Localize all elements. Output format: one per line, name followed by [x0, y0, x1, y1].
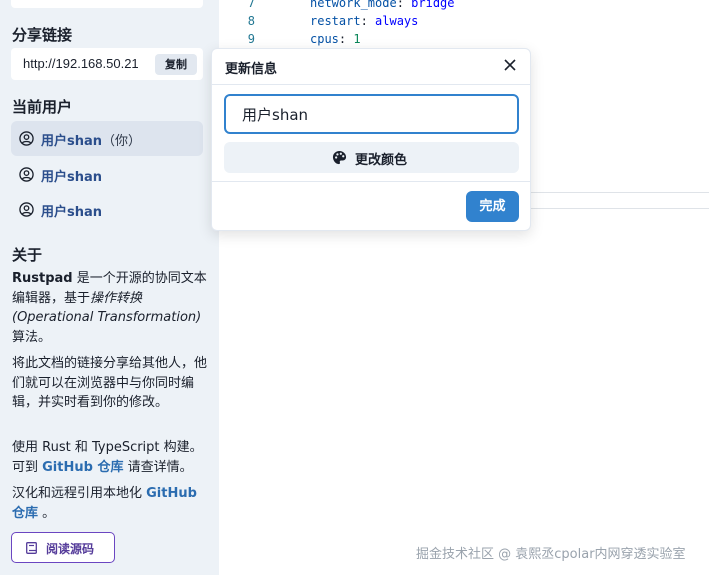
user-name: 用户shan — [41, 170, 103, 185]
palette-icon — [332, 150, 347, 165]
about-heading: 关于 — [12, 246, 43, 264]
user-name: 用户shan（你） — [41, 134, 142, 149]
change-color-label: 更改颜色 — [355, 153, 408, 168]
line-number: 9 — [247, 32, 255, 46]
about-paragraph-2: 将此文档的链接分享给其他人，他们就可以在浏览器中与你同时编辑，并实时看到你的修改… — [12, 356, 208, 410]
user-circle-icon — [19, 167, 34, 182]
github-repo-link[interactable]: GitHub 仓库 — [42, 460, 123, 475]
share-url-input[interactable]: http://192.168.50.21 — [23, 56, 139, 71]
read-source-label: 阅读源码 — [46, 542, 95, 556]
code-line: 7 network_mode: bridge — [219, 0, 709, 12]
code-line: 9 cpus: 1 — [219, 30, 709, 48]
user-item[interactable]: 用户shan — [11, 157, 203, 192]
book-icon — [26, 542, 37, 554]
line-number: 7 — [247, 0, 255, 10]
user-item-self[interactable]: 用户shan（你） — [11, 121, 203, 156]
modal-divider — [212, 84, 530, 85]
user-circle-icon — [19, 131, 34, 146]
update-info-popover: 更新信息 更改颜色 完成 — [211, 48, 531, 231]
share-link-box: http://192.168.50.21 复制 — [11, 48, 203, 80]
about-paragraph-4: 汉化和远程引用本地化 GitHub 仓库 。 — [12, 486, 197, 521]
current-users-heading: 当前用户 — [12, 98, 73, 116]
modal-divider — [212, 181, 530, 182]
user-circle-icon — [19, 202, 34, 217]
change-color-button[interactable]: 更改颜色 — [224, 142, 519, 173]
share-link-heading: 分享链接 — [12, 26, 73, 44]
sidebar-top-panel — [11, 0, 203, 8]
code-line: 8 restart: always — [219, 12, 709, 30]
about-paragraph-3: 使用 Rust 和 TypeScript 构建。可到 GitHub 仓库 请查详… — [12, 440, 203, 475]
about-paragraph-1: Rustpad 是一个开源的协同文本编辑器，基于操作转换 (Operationa… — [12, 271, 207, 345]
done-button[interactable]: 完成 — [466, 191, 519, 222]
sidebar: 分享链接 http://192.168.50.21 复制 当前用户 用户shan… — [0, 0, 219, 575]
user-name: 用户shan — [41, 205, 103, 220]
user-item[interactable]: 用户shan — [11, 192, 203, 227]
divider — [530, 208, 709, 209]
watermark: 掘金技术社区 @ 袁熙丞cpolar内网穿透实验室 — [416, 547, 686, 562]
user-self-suffix: （你） — [102, 134, 142, 149]
modal-title: 更新信息 — [225, 62, 278, 77]
name-input[interactable] — [224, 94, 519, 134]
close-icon[interactable] — [503, 58, 517, 72]
divider — [530, 192, 709, 193]
copy-button[interactable]: 复制 — [155, 54, 197, 75]
read-source-button[interactable]: 阅读源码 — [11, 532, 115, 563]
rustpad-name: Rustpad — [12, 271, 73, 286]
line-number: 8 — [247, 14, 255, 28]
